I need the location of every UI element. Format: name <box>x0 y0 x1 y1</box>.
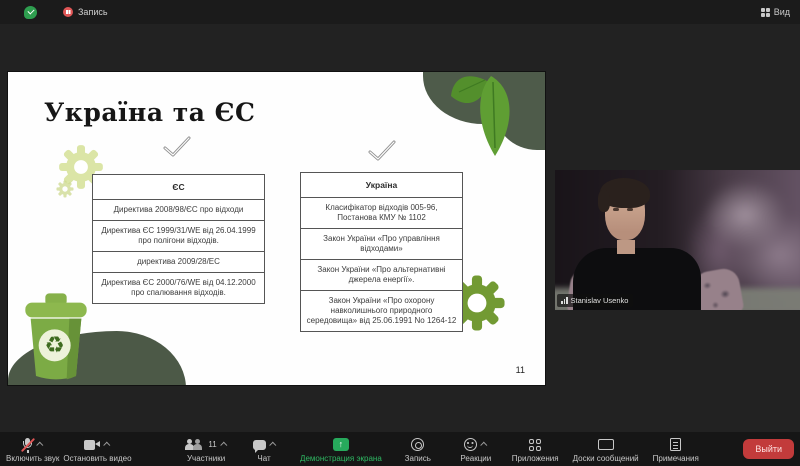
notes-document-icon <box>670 438 682 451</box>
notes-label: Примечания <box>652 453 699 463</box>
chat-icon <box>252 439 266 453</box>
unmute-button[interactable]: Включить звук <box>6 436 59 463</box>
checkmark-icon <box>365 138 399 169</box>
recycle-bin-illustration: ♻ <box>16 288 96 385</box>
table-row: директива 2009/28/ЕС <box>93 252 264 273</box>
meeting-topbar: Запись Вид <box>0 0 800 24</box>
gear-icon <box>56 180 74 203</box>
shared-screen-slide: ♻ Україна та ЄС ЄС Директива 2008/98/ЄС … <box>8 72 545 385</box>
eu-directives-table: ЄС Директива 2008/98/ЄС про відходи Дире… <box>92 174 265 304</box>
stop-video-label: Остановить видео <box>63 453 132 463</box>
recording-label: Запись <box>78 7 108 17</box>
leaf-icon <box>449 72 527 169</box>
table-header: ЄС <box>93 175 264 200</box>
table-row: Директива 2008/98/ЄС про відходи <box>93 200 264 221</box>
participant-neck <box>617 240 635 254</box>
svg-text:♻: ♻ <box>45 333 65 359</box>
share-screen-button[interactable]: Демонстрация экрана <box>300 436 382 463</box>
zoom-meeting-window: Запись Вид ♻ Україна та ЄС ЄС Директива … <box>0 0 800 466</box>
participants-count: 11 <box>208 440 217 449</box>
table-row: Закон України «Про альтернативні джерела… <box>301 260 462 291</box>
apps-label: Приложения <box>511 453 559 463</box>
record-button[interactable]: Запись <box>396 436 440 463</box>
apps-grid-icon <box>529 438 542 451</box>
participants-icon <box>185 438 202 451</box>
slide-title: Україна та ЄС <box>44 98 256 127</box>
recording-dot-icon <box>63 7 73 17</box>
audio-signal-icon <box>561 297 568 304</box>
chevron-up-icon[interactable] <box>219 441 228 449</box>
video-camera-icon <box>84 439 101 450</box>
slide-page-number: 11 <box>515 365 525 375</box>
view-button[interactable]: Вид <box>760 7 790 17</box>
meeting-toolbar: Включить звук Остановить видео 11 Участн… <box>0 432 800 466</box>
view-grid-icon <box>760 7 770 17</box>
whiteboard-label: Доски сообщений <box>572 453 639 463</box>
reactions-smiley-icon <box>464 438 478 451</box>
checkmark-icon <box>160 134 194 165</box>
notes-button[interactable]: Примечания <box>653 436 699 463</box>
share-screen-icon <box>332 438 349 451</box>
microphone-muted-icon <box>20 437 35 453</box>
participants-label: Участники <box>186 453 226 463</box>
apps-button[interactable]: Приложения <box>512 436 559 463</box>
table-row: Директива ЄС 1999/31/WE від 26.04.1999 п… <box>93 221 264 252</box>
record-icon <box>411 438 425 451</box>
chevron-up-icon[interactable] <box>480 441 488 449</box>
whiteboard-icon <box>597 439 614 450</box>
reactions-label: Реакции <box>460 453 492 463</box>
chevron-up-icon[interactable] <box>103 441 111 449</box>
participants-button[interactable]: 11 Участники <box>184 436 228 463</box>
ukraine-laws-table: Україна Класифікатор відходів 005-96, По… <box>300 172 463 332</box>
chat-button[interactable]: Чат <box>242 436 286 463</box>
table-header: Україна <box>301 173 462 198</box>
participant-video-tile[interactable]: Stanislav Usenko <box>555 170 800 310</box>
participant-name: Stanislav Usenko <box>570 296 629 305</box>
table-row: Закон України «Про охорону навколишнього… <box>306 296 457 325</box>
security-shield-icon[interactable] <box>24 5 37 19</box>
participant-name-tag: Stanislav Usenko <box>557 294 634 307</box>
table-row: Директива ЄС 2000/76/WE від 04.12.2000 п… <box>101 278 256 297</box>
chat-label: Чат <box>257 453 271 463</box>
table-row: Закон України «Про управління відходами» <box>301 229 462 260</box>
participant-hair <box>598 178 650 212</box>
chevron-up-icon[interactable] <box>268 441 276 449</box>
reactions-button[interactable]: Реакции <box>454 436 498 463</box>
leave-meeting-button[interactable]: Выйти <box>743 439 794 459</box>
view-label: Вид <box>773 7 790 17</box>
recording-indicator[interactable]: Запись <box>63 7 108 17</box>
stop-video-button[interactable]: Остановить видео <box>63 436 132 463</box>
unmute-label: Включить звук <box>6 453 60 463</box>
share-screen-label: Демонстрация экрана <box>300 453 382 463</box>
record-label: Запись <box>404 453 431 463</box>
table-row: Класифікатор відходів 005-96, Постанова … <box>301 198 462 229</box>
whiteboard-button[interactable]: Доски сообщений <box>573 436 639 463</box>
chevron-up-icon[interactable] <box>35 441 44 449</box>
participant-face <box>613 208 637 211</box>
